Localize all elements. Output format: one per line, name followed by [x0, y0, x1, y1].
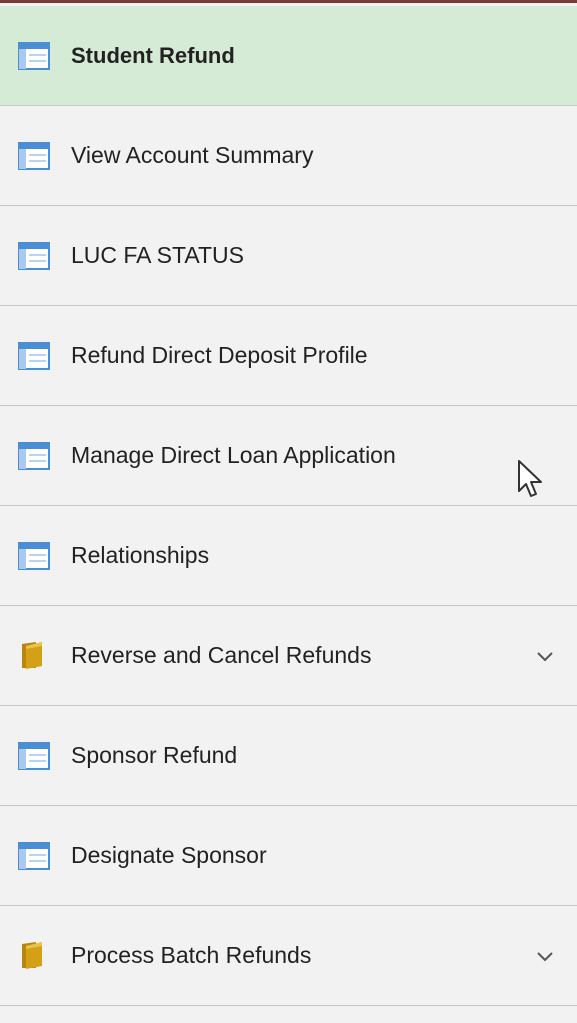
nav-item-process-batch-refunds[interactable]: Process Batch Refunds [0, 906, 577, 1006]
chevron-down-icon[interactable] [535, 649, 555, 663]
nav-item-label: View Account Summary [71, 142, 314, 168]
nav-item-label: LUC FA STATUS [71, 242, 244, 268]
nav-item-manage-direct-loan-application[interactable]: Manage Direct Loan Application [0, 406, 577, 506]
nav-item-label: Sponsor Refund [71, 742, 238, 768]
nav-item-view-account-summary[interactable]: View Account Summary [0, 106, 577, 206]
page-icon [18, 141, 50, 170]
folder-icon [18, 641, 50, 670]
nav-item-label: Student Refund [71, 42, 235, 68]
nav-item-reverse-and-cancel-refunds[interactable]: Reverse and Cancel Refunds [0, 606, 577, 706]
page-icon [18, 741, 50, 770]
folder-icon [18, 941, 50, 970]
page-icon [18, 241, 50, 270]
page-icon [18, 341, 50, 370]
nav-item-label: Process Batch Refunds [71, 942, 312, 968]
page-icon [18, 41, 50, 70]
nav-item-label: Manage Direct Loan Application [71, 442, 396, 468]
nav-item-label: Relationships [71, 542, 210, 568]
page-icon [18, 841, 50, 870]
page-icon [18, 441, 50, 470]
nav-item-student-refund[interactable]: Student Refund [0, 6, 577, 106]
nav-item-label: Refund Direct Deposit Profile [71, 342, 368, 368]
navigation-menu: Student Refund View Account Summary LUC … [0, 6, 577, 1006]
nav-item-relationships[interactable]: Relationships [0, 506, 577, 606]
nav-item-designate-sponsor[interactable]: Designate Sponsor [0, 806, 577, 906]
nav-item-luc-fa-status[interactable]: LUC FA STATUS [0, 206, 577, 306]
nav-item-refund-direct-deposit-profile[interactable]: Refund Direct Deposit Profile [0, 306, 577, 406]
page-icon [18, 541, 50, 570]
nav-item-sponsor-refund[interactable]: Sponsor Refund [0, 706, 577, 806]
nav-item-label: Reverse and Cancel Refunds [71, 642, 372, 668]
chevron-down-icon[interactable] [535, 949, 555, 963]
nav-item-label: Designate Sponsor [71, 842, 267, 868]
mouse-cursor-icon [518, 460, 542, 497]
top-border-line [0, 0, 577, 3]
